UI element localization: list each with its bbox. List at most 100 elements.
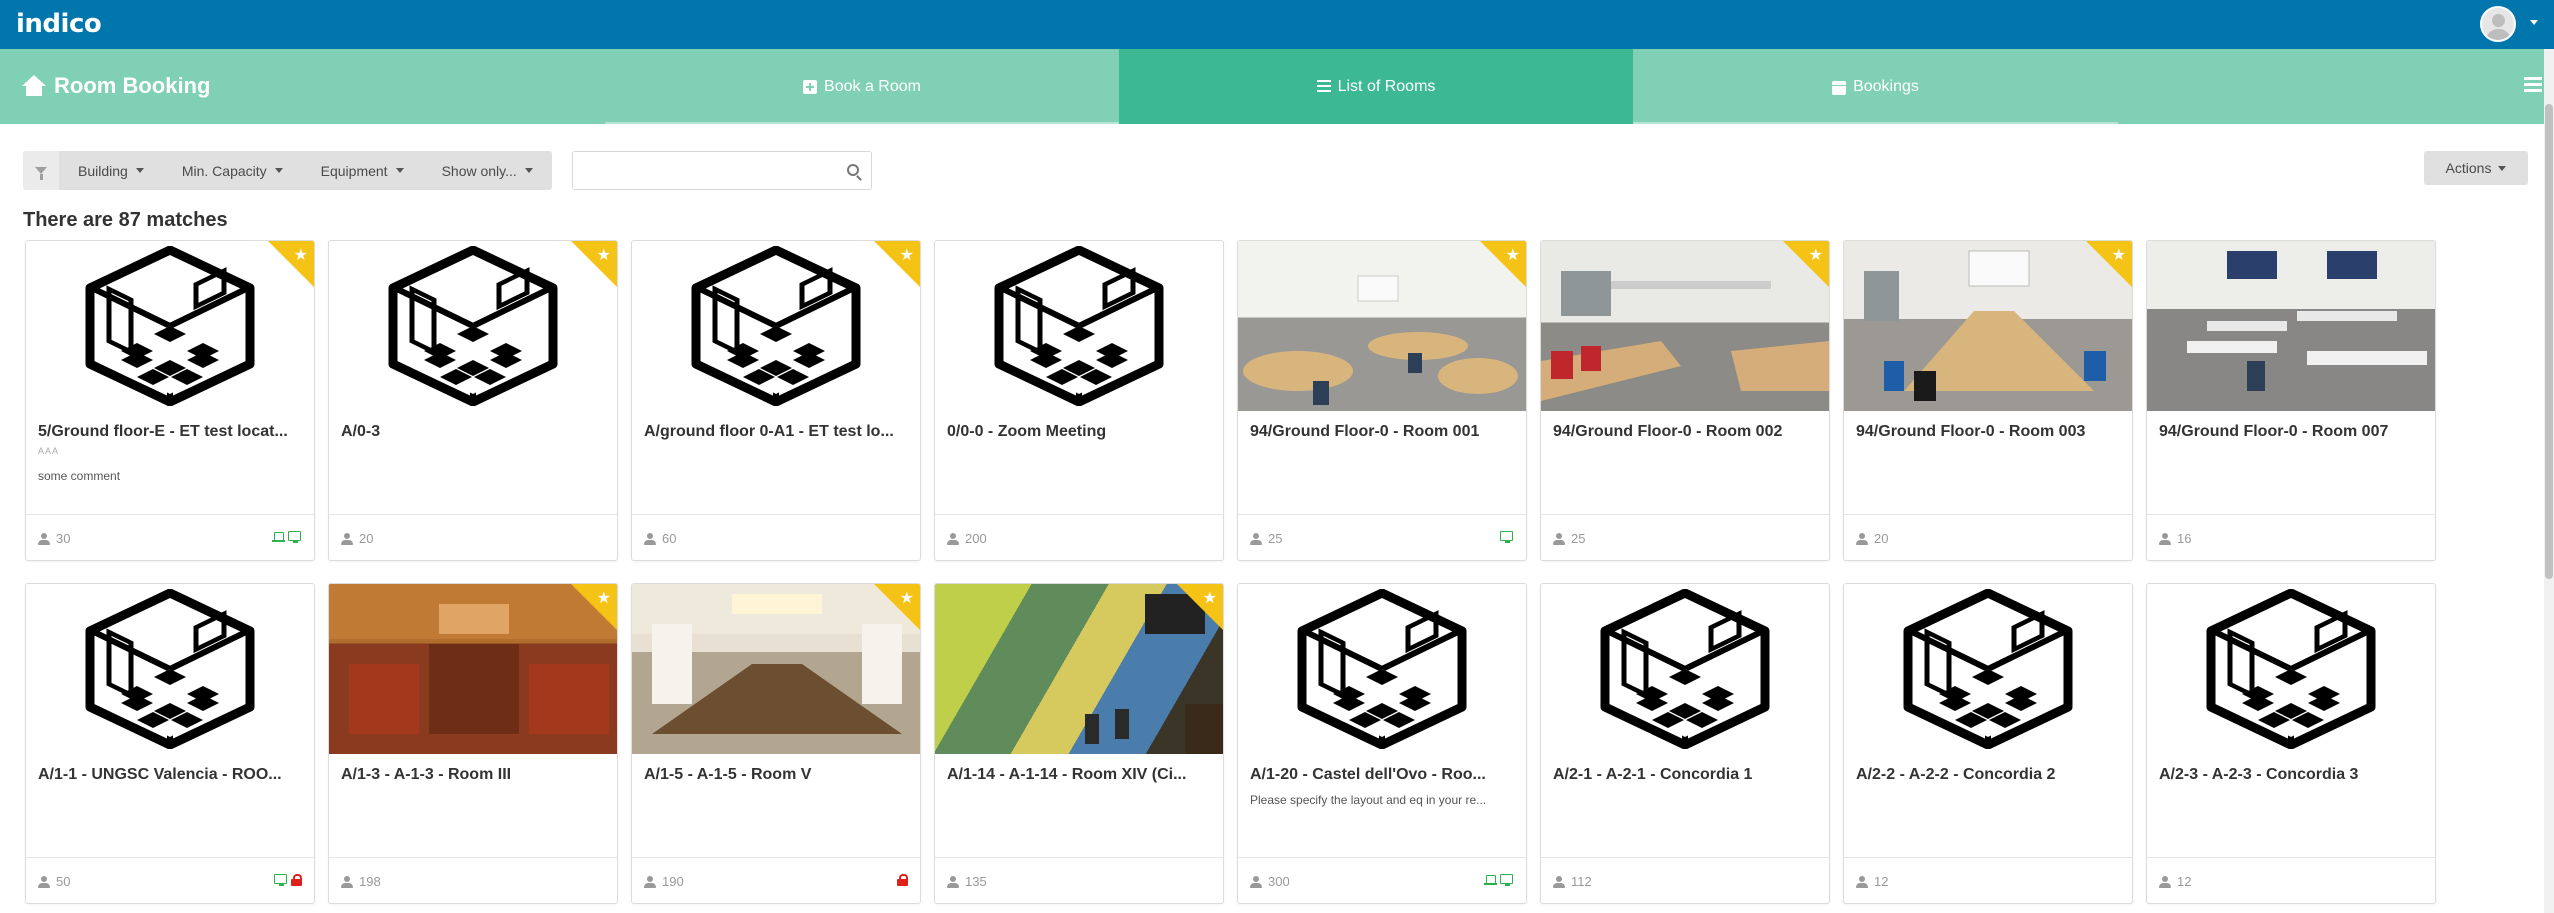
- room-title[interactable]: A/0-3: [341, 423, 607, 441]
- scrollbar-thumb[interactable]: [2545, 104, 2553, 579]
- room-thumbnail[interactable]: [2147, 584, 2435, 754]
- room-card-footer: 12: [1844, 857, 2132, 903]
- room-thumbnail[interactable]: ★: [329, 584, 617, 754]
- equipment-icons: [897, 874, 908, 886]
- chevron-down-icon: [395, 168, 404, 173]
- room-card[interactable]: ★ A/0-3 20: [328, 240, 618, 561]
- tab-book-a-room[interactable]: Book a Room: [605, 49, 1119, 124]
- room-thumbnail[interactable]: ★: [329, 241, 617, 411]
- room-thumbnail[interactable]: ★: [1844, 241, 2132, 411]
- room-thumbnail[interactable]: ★: [1238, 241, 1526, 411]
- room-title[interactable]: A/1-14 - A-1-14 - Room XIV (Ci...: [947, 766, 1213, 784]
- room-card[interactable]: A/1-1 - UNGSC Valencia - ROO... 50: [25, 583, 315, 904]
- tab-bookings[interactable]: Bookings: [1633, 49, 2118, 124]
- room-thumbnail[interactable]: [1238, 584, 1526, 754]
- chevron-down-icon: [2498, 165, 2507, 171]
- filter-label: Equipment: [320, 162, 388, 179]
- room-card[interactable]: ★ 94/Ground Floor-0 - Room 002 25: [1540, 240, 1830, 561]
- scrollbar[interactable]: [2544, 49, 2554, 913]
- room-title[interactable]: 5/Ground floor-E - ET test locat...: [38, 423, 304, 441]
- search-icon[interactable]: [847, 164, 859, 176]
- filter-min-capacity[interactable]: Min. Capacity: [163, 151, 302, 190]
- star-icon[interactable]: ★: [1809, 245, 1823, 264]
- star-icon[interactable]: ★: [900, 245, 914, 264]
- room-card[interactable]: A/2-1 - A-2-1 - Concordia 1 112: [1540, 583, 1830, 904]
- room-booking-brand[interactable]: Room Booking: [22, 73, 210, 99]
- room-thumbnail[interactable]: ★: [935, 584, 1223, 754]
- screen-icon: [274, 874, 288, 886]
- room-capacity: 135: [947, 874, 987, 889]
- star-icon[interactable]: ★: [1506, 245, 1520, 264]
- room-card[interactable]: ★ 94/Ground Floor-0 - Room 003 20: [1843, 240, 2133, 561]
- room-comment: some comment: [38, 469, 121, 483]
- room-card[interactable]: ★ A/1-14 - A-1-14 - Room XIV (Ci... 135: [934, 583, 1224, 904]
- room-card[interactable]: A/2-3 - A-2-3 - Concordia 3 12: [2146, 583, 2436, 904]
- room-thumbnail[interactable]: [935, 241, 1223, 411]
- room-card[interactable]: ★ 5/Ground floor-E - ET test locat... AAA s…: [25, 240, 315, 561]
- star-icon[interactable]: ★: [294, 245, 308, 264]
- room-title[interactable]: A/2-1 - A-2-1 - Concordia 1: [1553, 766, 1819, 784]
- star-icon[interactable]: ★: [1203, 588, 1217, 607]
- actions-label: Actions: [2445, 160, 2492, 176]
- person-icon: [644, 875, 656, 888]
- search-input[interactable]: [573, 152, 823, 189]
- screen-icon: [1500, 874, 1514, 886]
- person-icon: [341, 875, 353, 888]
- room-title[interactable]: 0/0-0 - Zoom Meeting: [947, 423, 1213, 441]
- room-card[interactable]: A/2-2 - A-2-2 - Concordia 2 12: [1843, 583, 2133, 904]
- actions-button[interactable]: Actions: [2424, 151, 2528, 185]
- star-icon[interactable]: ★: [597, 245, 611, 264]
- room-card[interactable]: 94/Ground Floor-0 - Room 007 16: [2146, 240, 2436, 561]
- filter-bar: Building Min. Capacity Equipment Show on…: [23, 151, 552, 190]
- room-card[interactable]: 0/0-0 - Zoom Meeting 200: [934, 240, 1224, 561]
- room-title[interactable]: A/1-20 - Castel dell'Ovo - Roo...: [1250, 766, 1516, 784]
- user-avatar[interactable]: [2480, 6, 2516, 42]
- room-title[interactable]: 94/Ground Floor-0 - Room 002: [1553, 423, 1819, 441]
- room-title[interactable]: 94/Ground Floor-0 - Room 007: [2159, 423, 2425, 441]
- room-title[interactable]: A/1-3 - A-1-3 - Room III: [341, 766, 607, 784]
- tab-list-of-rooms[interactable]: List of Rooms: [1119, 49, 1633, 124]
- filter-equipment[interactable]: Equipment: [302, 151, 423, 190]
- top-bar: indico: [0, 0, 2554, 49]
- equipment-icons: [272, 531, 302, 543]
- star-icon[interactable]: ★: [900, 588, 914, 607]
- room-thumbnail[interactable]: [26, 584, 314, 754]
- star-icon[interactable]: ★: [2112, 245, 2126, 264]
- room-card[interactable]: ★ A/1-5 - A-1-5 - Room V 190: [631, 583, 921, 904]
- room-subtitle: AAA: [38, 446, 60, 456]
- filter-toggle[interactable]: [23, 151, 59, 190]
- room-title[interactable]: 94/Ground Floor-0 - Room 001: [1250, 423, 1516, 441]
- room-photo[interactable]: [2147, 241, 2435, 411]
- indico-logo[interactable]: indico: [16, 8, 102, 40]
- room-capacity: 50: [38, 874, 70, 889]
- room-card[interactable]: ★ 94/Ground Floor-0 - Room 001 25: [1237, 240, 1527, 561]
- room-card-footer: 190: [632, 857, 920, 903]
- room-title[interactable]: A/ground floor 0-A1 - ET test lo...: [644, 423, 910, 441]
- star-icon[interactable]: ★: [597, 588, 611, 607]
- capacity-value: 25: [1268, 531, 1283, 546]
- room-card[interactable]: ★ A/1-3 - A-1-3 - Room III 198: [328, 583, 618, 904]
- room-thumbnail[interactable]: ★: [632, 584, 920, 754]
- user-menu-caret-icon[interactable]: [2530, 20, 2538, 25]
- room-title[interactable]: 94/Ground Floor-0 - Room 003: [1856, 423, 2122, 441]
- filter-building[interactable]: Building: [59, 151, 163, 190]
- room-capacity: 300: [1250, 874, 1290, 889]
- capacity-value: 20: [359, 531, 374, 546]
- room-thumbnail[interactable]: [1541, 584, 1829, 754]
- room-title[interactable]: A/1-1 - UNGSC Valencia - ROO...: [38, 766, 304, 784]
- room-thumbnail[interactable]: ★: [26, 241, 314, 411]
- room-thumbnail[interactable]: ★: [632, 241, 920, 411]
- room-title[interactable]: A/1-5 - A-1-5 - Room V: [644, 766, 910, 784]
- room-thumbnail[interactable]: ★: [1541, 241, 1829, 411]
- filter-show-only[interactable]: Show only...: [423, 151, 552, 190]
- room-title[interactable]: A/2-2 - A-2-2 - Concordia 2: [1856, 766, 2122, 784]
- room-thumbnail[interactable]: [1844, 584, 2132, 754]
- match-count: There are 87 matches: [23, 209, 228, 231]
- room-card[interactable]: A/1-20 - Castel dell'Ovo - Roo... Please …: [1237, 583, 1527, 904]
- chevron-down-icon: [274, 168, 283, 173]
- room-card[interactable]: ★ A/ground floor 0-A1 - ET test lo... 60: [631, 240, 921, 561]
- room-title[interactable]: A/2-3 - A-2-3 - Concordia 3: [2159, 766, 2425, 784]
- hamburger-menu-icon[interactable]: [2524, 77, 2542, 93]
- room-thumbnail[interactable]: [2147, 241, 2435, 411]
- laptop-icon: [272, 531, 285, 543]
